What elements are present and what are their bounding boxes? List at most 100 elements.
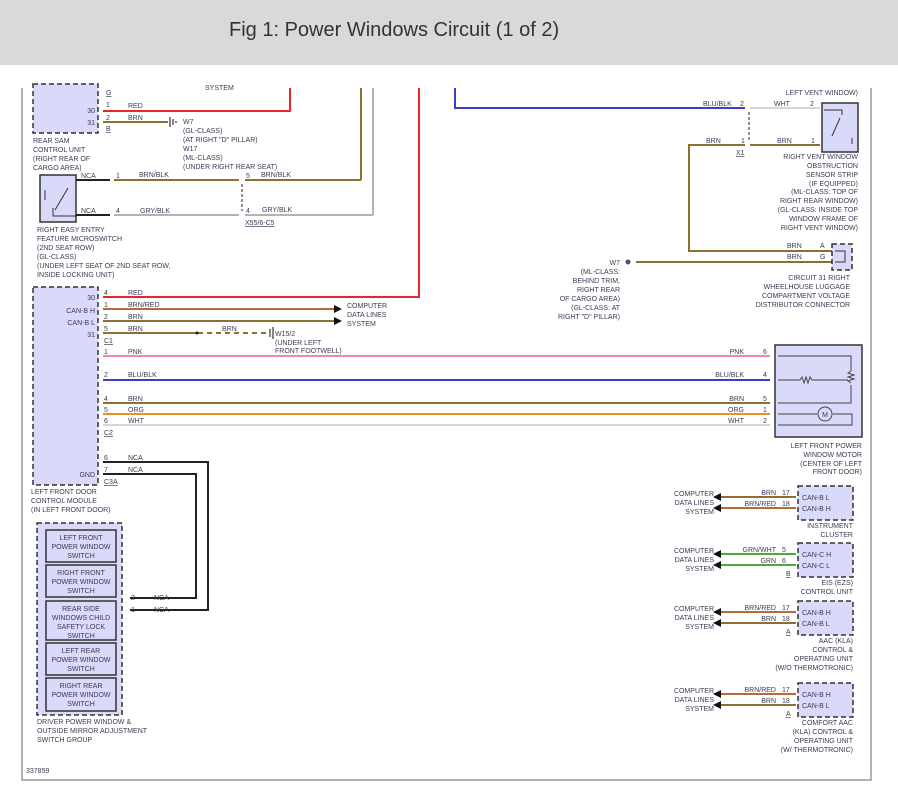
wire-label: BRN: [706, 138, 721, 145]
computer-data-lines-link[interactable]: COMPUTER DATA LINES SYSTEM: [674, 548, 714, 573]
svg-text:DISTRIBUTOR CONNECTOR: DISTRIBUTOR CONNECTOR: [756, 302, 850, 309]
svg-text:RIGHT EASY ENTRY: RIGHT EASY ENTRY: [37, 227, 105, 234]
computer-data-lines-link[interactable]: COMPUTER DATA LINES SYSTEM: [674, 688, 714, 713]
pin-label: 2: [104, 314, 108, 321]
wiring-diagram: SYSTEM LEFT VENT WINDOW) G 30 31 1 2 B R…: [21, 83, 872, 781]
svg-text:LEFT FRONT: LEFT FRONT: [59, 535, 103, 542]
connector-id: B: [786, 571, 791, 578]
wire-label: BRN: [787, 254, 802, 261]
signal-label: CAN-B L: [802, 621, 830, 628]
pin-label: 4: [116, 208, 120, 215]
svg-text:GND: GND: [79, 472, 95, 479]
module-label: OPERATING UNIT: [794, 656, 854, 663]
wire-label: BRN: [128, 326, 143, 333]
pin-label: 1: [104, 349, 108, 356]
module-label: (W/O THERMOTRONIC): [775, 665, 853, 672]
pin-label: 6: [763, 349, 767, 356]
svg-text:SYSTEM: SYSTEM: [685, 706, 714, 713]
wire-label: PNK: [730, 349, 745, 356]
rear-sam-control-unit: G 30 31 1 2 B REAR SAM CONTROL UNIT (RIG…: [32, 83, 111, 172]
svg-text:1: 1: [106, 102, 110, 109]
svg-text:FEATURE MICROSWITCH: FEATURE MICROSWITCH: [37, 236, 122, 243]
svg-text:WINDOWS CHILD: WINDOWS CHILD: [52, 615, 110, 622]
wire-label: BRN/RED: [744, 687, 776, 694]
signal-label: CAN-B L: [802, 703, 830, 710]
svg-text:(CENTER OF LEFT: (CENTER OF LEFT: [800, 461, 863, 468]
pin-label: 17: [782, 490, 790, 497]
wire-label: GRY/BLK: [262, 207, 293, 214]
connector-id: C1: [104, 338, 113, 345]
connector-id: A: [786, 711, 791, 718]
module-label: AAC (KLA): [819, 638, 853, 645]
ground-location-w7: W7 (GL-CLASS) (AT RIGHT "D" PILLAR) W17 …: [183, 119, 277, 171]
module-label: CLUSTER: [820, 532, 853, 539]
module-label: CONTROL &: [812, 647, 853, 654]
ground-icon: [269, 327, 274, 339]
switch-left-front[interactable]: LEFT FRONT POWER WINDOW SWITCH: [45, 529, 117, 563]
svg-text:DATA LINES: DATA LINES: [675, 557, 715, 564]
svg-text:RIGHT "D" PILLAR): RIGHT "D" PILLAR): [558, 314, 620, 321]
splice-dot: [195, 331, 199, 335]
pin-label: 5: [763, 396, 767, 403]
switch-right-front[interactable]: RIGHT FRONT POWER WINDOW SWITCH: [45, 564, 117, 598]
pin-label: 4: [104, 290, 108, 297]
svg-text:SWITCH: SWITCH: [67, 701, 95, 708]
pin-label: 18: [782, 501, 790, 508]
pin-label: 2: [810, 101, 814, 108]
switch-left-rear[interactable]: LEFT REAR POWER WINDOW SWITCH: [45, 642, 117, 676]
switch-right-rear[interactable]: RIGHT REAR POWER WINDOW SWITCH: [45, 677, 117, 712]
module-box: [797, 682, 854, 718]
svg-text:RIGHT VENT WINDOW): RIGHT VENT WINDOW): [781, 225, 858, 232]
connector-id: X1: [736, 150, 745, 157]
wire-label: GRN/WHT: [743, 547, 777, 554]
wire-label: NCA: [154, 595, 169, 602]
can-module: BRN/RED 17 CAN-B H BRN 18 CAN-B L A COMPUTER DAT…: [674, 682, 854, 754]
pin-label: 1: [104, 302, 108, 309]
svg-text:SWITCH: SWITCH: [67, 588, 95, 595]
computer-data-lines-link[interactable]: COMPUTER DATA LINES SYSTEM: [674, 491, 714, 516]
svg-text:SYSTEM: SYSTEM: [347, 321, 376, 328]
pin-label: 2: [131, 595, 135, 602]
wire-label: BLU/BLK: [703, 101, 732, 108]
wire-label: BRN: [128, 396, 143, 403]
svg-text:30: 30: [87, 295, 95, 302]
pin-label: A: [820, 243, 825, 250]
svg-text:W7: W7: [183, 119, 194, 126]
wire-label: BRN/RED: [128, 302, 160, 309]
circuit-31-distributor-connector: CIRCUIT 31 RIGHT WHEELHOUSE LUGGAGE COMP…: [756, 243, 853, 309]
wire-label: BRN/RED: [744, 501, 776, 508]
wire-label: BRN: [729, 396, 744, 403]
signal-label: CAN-C L: [802, 563, 830, 570]
pin-label: 2: [740, 101, 744, 108]
svg-text:(UNDER LEFT SEAT OF 2ND SEAT R: (UNDER LEFT SEAT OF 2ND SEAT ROW,: [37, 263, 171, 270]
connector-id: C2: [104, 430, 113, 437]
svg-text:POWER WINDOW: POWER WINDOW: [51, 579, 110, 586]
svg-text:W7: W7: [610, 260, 621, 267]
svg-text:OBSTRUCTION: OBSTRUCTION: [807, 163, 858, 170]
computer-data-lines-link[interactable]: COMPUTER DATA LINES SYSTEM: [347, 303, 387, 328]
ground-icon: [169, 117, 177, 127]
wire-label: NCA: [154, 607, 169, 614]
svg-text:POWER WINDOW: POWER WINDOW: [51, 544, 110, 551]
svg-text:G: G: [106, 90, 111, 97]
pin-label: 6: [782, 558, 786, 565]
svg-text:COMPUTER: COMPUTER: [674, 548, 714, 555]
svg-text:CAN-B H: CAN-B H: [66, 308, 95, 315]
switch-child-safety-lock[interactable]: REAR SIDE WINDOWS CHILD SAFETY LOCK SWIT…: [45, 600, 117, 641]
svg-text:(ML-CLASS:: (ML-CLASS:: [581, 269, 620, 276]
wire-label: BRN: [777, 138, 792, 145]
wire-label: BRN: [787, 243, 802, 250]
connector-id: C3A: [104, 479, 118, 486]
svg-text:30: 30: [87, 108, 95, 115]
svg-text:WHEELHOUSE LUGGAGE: WHEELHOUSE LUGGAGE: [764, 284, 851, 291]
svg-text:REAR SIDE: REAR SIDE: [62, 606, 100, 613]
module-label: COMFORT AAC: [802, 720, 853, 727]
connector-id: A: [786, 629, 791, 636]
svg-text:(RIGHT REAR OF: (RIGHT REAR OF: [33, 156, 90, 163]
svg-text:REAR SAM: REAR SAM: [33, 138, 70, 145]
computer-data-lines-link[interactable]: COMPUTER DATA LINES SYSTEM: [674, 606, 714, 631]
svg-text:DATA LINES: DATA LINES: [675, 500, 715, 507]
svg-text:SENSOR STRIP: SENSOR STRIP: [806, 172, 858, 179]
svg-text:31: 31: [87, 120, 95, 127]
wire-label: BRN/RED: [744, 605, 776, 612]
